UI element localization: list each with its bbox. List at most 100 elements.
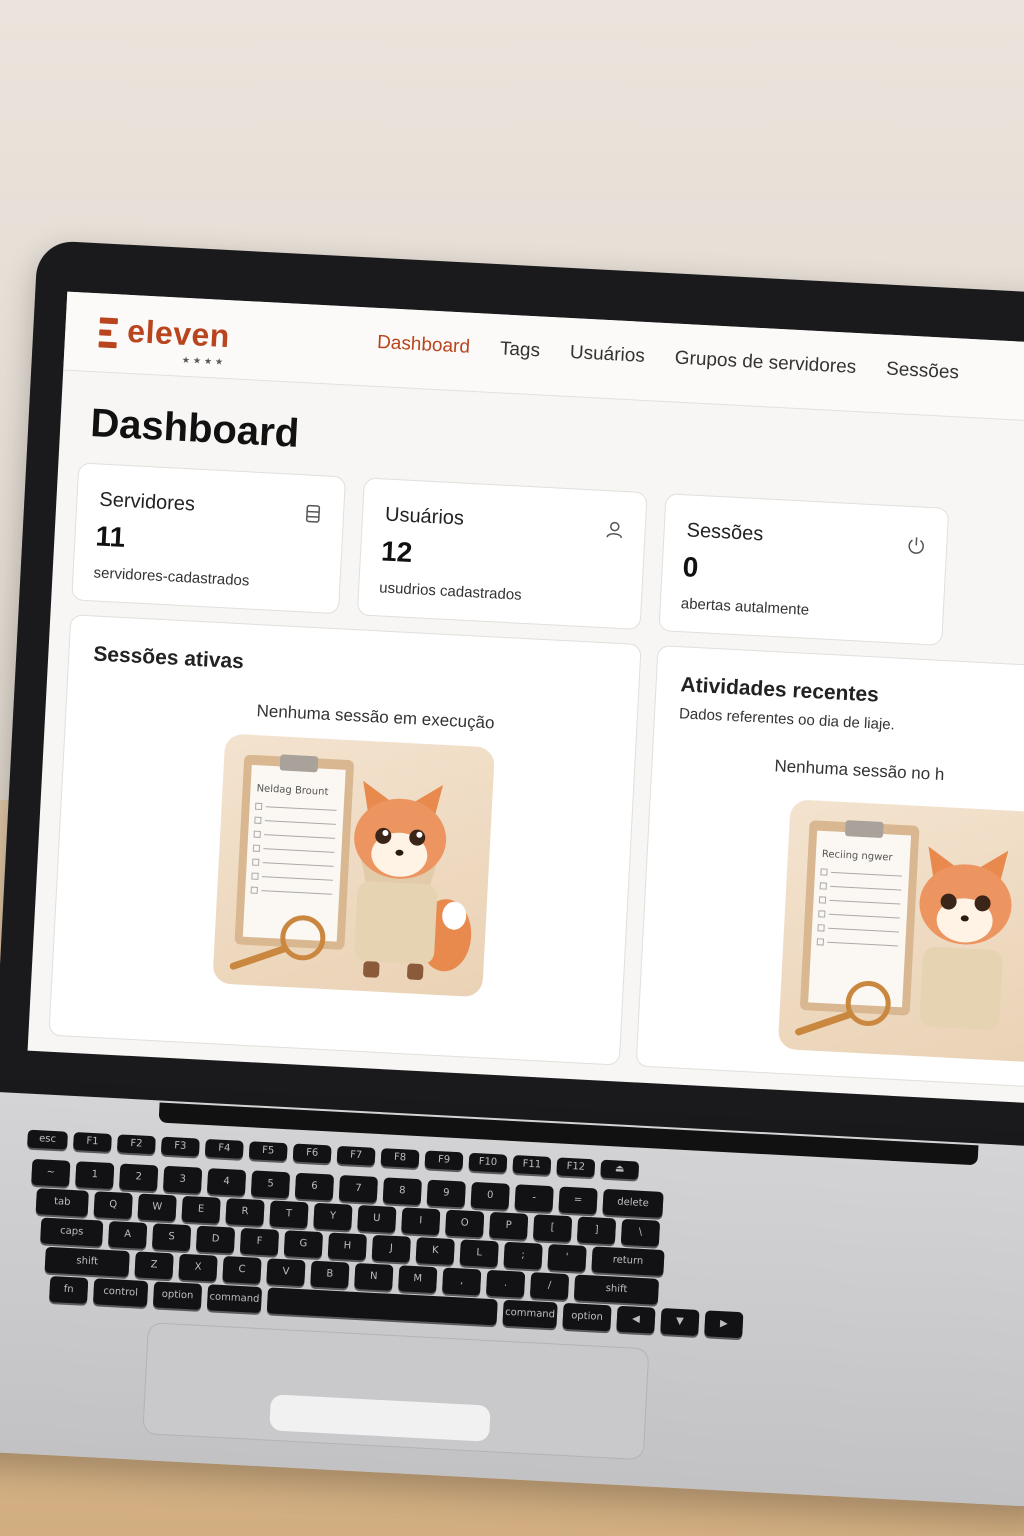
key-3-3[interactable]: D [195, 1225, 236, 1254]
key-2-13[interactable]: \ [620, 1218, 661, 1247]
stat-caption: usudrios cadastrados [378, 579, 523, 604]
key-2-9[interactable]: O [445, 1209, 485, 1238]
stat-value: 0 [681, 551, 700, 583]
key-1-0[interactable]: ~ [31, 1158, 71, 1187]
key-3-0[interactable]: caps [40, 1217, 104, 1247]
key-4-10[interactable]: / [529, 1272, 570, 1301]
key-3-9[interactable]: L [459, 1239, 499, 1268]
key-2-7[interactable]: U [357, 1205, 397, 1233]
key-0-4[interactable]: F4 [204, 1138, 244, 1159]
key-0-2[interactable]: F2 [116, 1134, 156, 1155]
nav-usuarios[interactable]: Usuários [569, 342, 645, 368]
key-5-9[interactable]: ▶ [704, 1310, 744, 1339]
key-0-8[interactable]: F8 [380, 1148, 420, 1169]
stat-value: 11 [94, 520, 126, 553]
fox-detective-illustration: Reciing ngwer [777, 799, 1024, 1063]
top-navigation-bar: eleven ★★★★ Dashboard Tags Usuários Grup… [63, 291, 1024, 423]
stat-card-servidores: Servidores 11 servidores-cadastrados [71, 462, 347, 615]
nav-dashboard[interactable]: Dashboard [377, 332, 471, 359]
key-4-6[interactable]: N [354, 1262, 394, 1291]
key-3-11[interactable]: ' [547, 1244, 587, 1272]
active-sessions-panel: Sessões ativas Nenhuma sessão em execuçã… [48, 614, 642, 1066]
key-3-6[interactable]: H [327, 1232, 367, 1261]
key-0-13[interactable]: ⏏ [600, 1159, 640, 1180]
key-5-8[interactable]: ▼ [660, 1308, 700, 1336]
nav-sessoes[interactable]: Sessões [886, 359, 960, 385]
key-2-0[interactable]: tab [35, 1188, 89, 1217]
nav-tags[interactable]: Tags [499, 338, 540, 362]
key-0-9[interactable]: F9 [424, 1150, 464, 1171]
key-4-2[interactable]: X [178, 1253, 218, 1282]
stat-title: Servidores [98, 488, 196, 516]
key-2-10[interactable]: P [488, 1211, 529, 1240]
key-1-11[interactable]: - [514, 1184, 554, 1213]
key-1-3[interactable]: 3 [162, 1165, 203, 1194]
key-2-5[interactable]: T [269, 1200, 309, 1229]
key-3-5[interactable]: G [283, 1230, 324, 1259]
key-5-0[interactable]: fn [49, 1275, 89, 1304]
key-5-5[interactable]: command [502, 1299, 558, 1329]
nav-grupos-de-servidores[interactable]: Grupos de servidores [674, 348, 857, 379]
key-4-11[interactable]: shift [573, 1274, 660, 1305]
key-2-11[interactable]: [ [532, 1214, 573, 1243]
key-4-4[interactable]: V [266, 1258, 306, 1287]
logo-mark-icon [98, 317, 120, 349]
key-2-1[interactable]: Q [93, 1191, 133, 1220]
key-1-13[interactable]: delete [602, 1188, 664, 1218]
key-2-12[interactable]: ] [576, 1216, 617, 1245]
key-3-12[interactable]: return [591, 1246, 665, 1277]
key-4-0[interactable]: shift [44, 1246, 130, 1278]
key-3-2[interactable]: S [151, 1223, 192, 1252]
panel-title: Atividades recentes [680, 673, 880, 707]
keyboard: esc F1 F2 F3 F4 F5 F6 F7 F8 F9 F10 F11 F12 ⏏ ~1 2 3 4 5 6 7 8… [19, 1129, 1024, 1352]
key-0-10[interactable]: F10 [468, 1152, 508, 1173]
key-5-7[interactable]: ◀ [616, 1305, 656, 1334]
key-1-10[interactable]: 0 [470, 1181, 510, 1210]
key-1-2[interactable]: 2 [119, 1163, 159, 1192]
key-5-1[interactable]: control [92, 1278, 149, 1308]
key-3-4[interactable]: F [239, 1227, 280, 1256]
photo-scene: eleven ★★★★ Dashboard Tags Usuários Grup… [0, 0, 1024, 1536]
key-1-8[interactable]: 8 [382, 1177, 422, 1206]
key-4-3[interactable]: C [222, 1256, 262, 1284]
key-2-2[interactable]: W [137, 1193, 177, 1222]
key-2-6[interactable]: Y [313, 1202, 353, 1231]
key-3-1[interactable]: A [107, 1220, 148, 1249]
key-0-6[interactable]: F6 [292, 1143, 332, 1164]
key-0-11[interactable]: F11 [512, 1155, 552, 1176]
empty-state-message: Nenhuma sessão em execução [256, 701, 495, 733]
trackpad[interactable] [142, 1322, 650, 1461]
key-5-3[interactable]: command [206, 1284, 263, 1314]
key-0-5[interactable]: F5 [248, 1141, 288, 1162]
key-4-7[interactable]: M [398, 1265, 438, 1294]
key-4-8[interactable]: , [442, 1267, 482, 1296]
key-3-10[interactable]: ; [503, 1241, 543, 1270]
key-5-2[interactable]: option [152, 1281, 203, 1310]
key-2-4[interactable]: R [225, 1198, 265, 1227]
key-2-3[interactable]: E [181, 1195, 221, 1224]
logo-stars: ★★★★ [181, 355, 227, 369]
key-0-3[interactable]: F3 [160, 1136, 200, 1157]
key-0-1[interactable]: F1 [73, 1132, 112, 1152]
key-3-8[interactable]: K [415, 1237, 455, 1266]
key-0-12[interactable]: F12 [556, 1157, 596, 1178]
key-1-9[interactable]: 9 [426, 1179, 466, 1208]
key-0-7[interactable]: F7 [336, 1145, 376, 1166]
key-1-12[interactable]: = [558, 1186, 598, 1215]
key-5-6[interactable]: option [562, 1302, 612, 1332]
key-0-0[interactable]: esc [27, 1129, 68, 1150]
key-1-6[interactable]: 6 [294, 1172, 335, 1201]
key-3-7[interactable]: J [371, 1234, 411, 1263]
key-4-9[interactable]: . [485, 1269, 526, 1298]
key-2-8[interactable]: I [401, 1207, 441, 1236]
app-screen: eleven ★★★★ Dashboard Tags Usuários Grup… [27, 291, 1024, 1103]
key-4-5[interactable]: B [310, 1260, 350, 1289]
user-icon [604, 519, 625, 540]
key-1-1[interactable]: 1 [75, 1161, 115, 1190]
key-4-1[interactable]: Z [134, 1251, 174, 1280]
key-1-5[interactable]: 5 [250, 1170, 291, 1199]
stat-title: Usuários [384, 503, 465, 530]
key-1-4[interactable]: 4 [206, 1168, 247, 1197]
stat-caption: servidores-cadastrados [93, 564, 250, 590]
key-1-7[interactable]: 7 [338, 1175, 379, 1203]
